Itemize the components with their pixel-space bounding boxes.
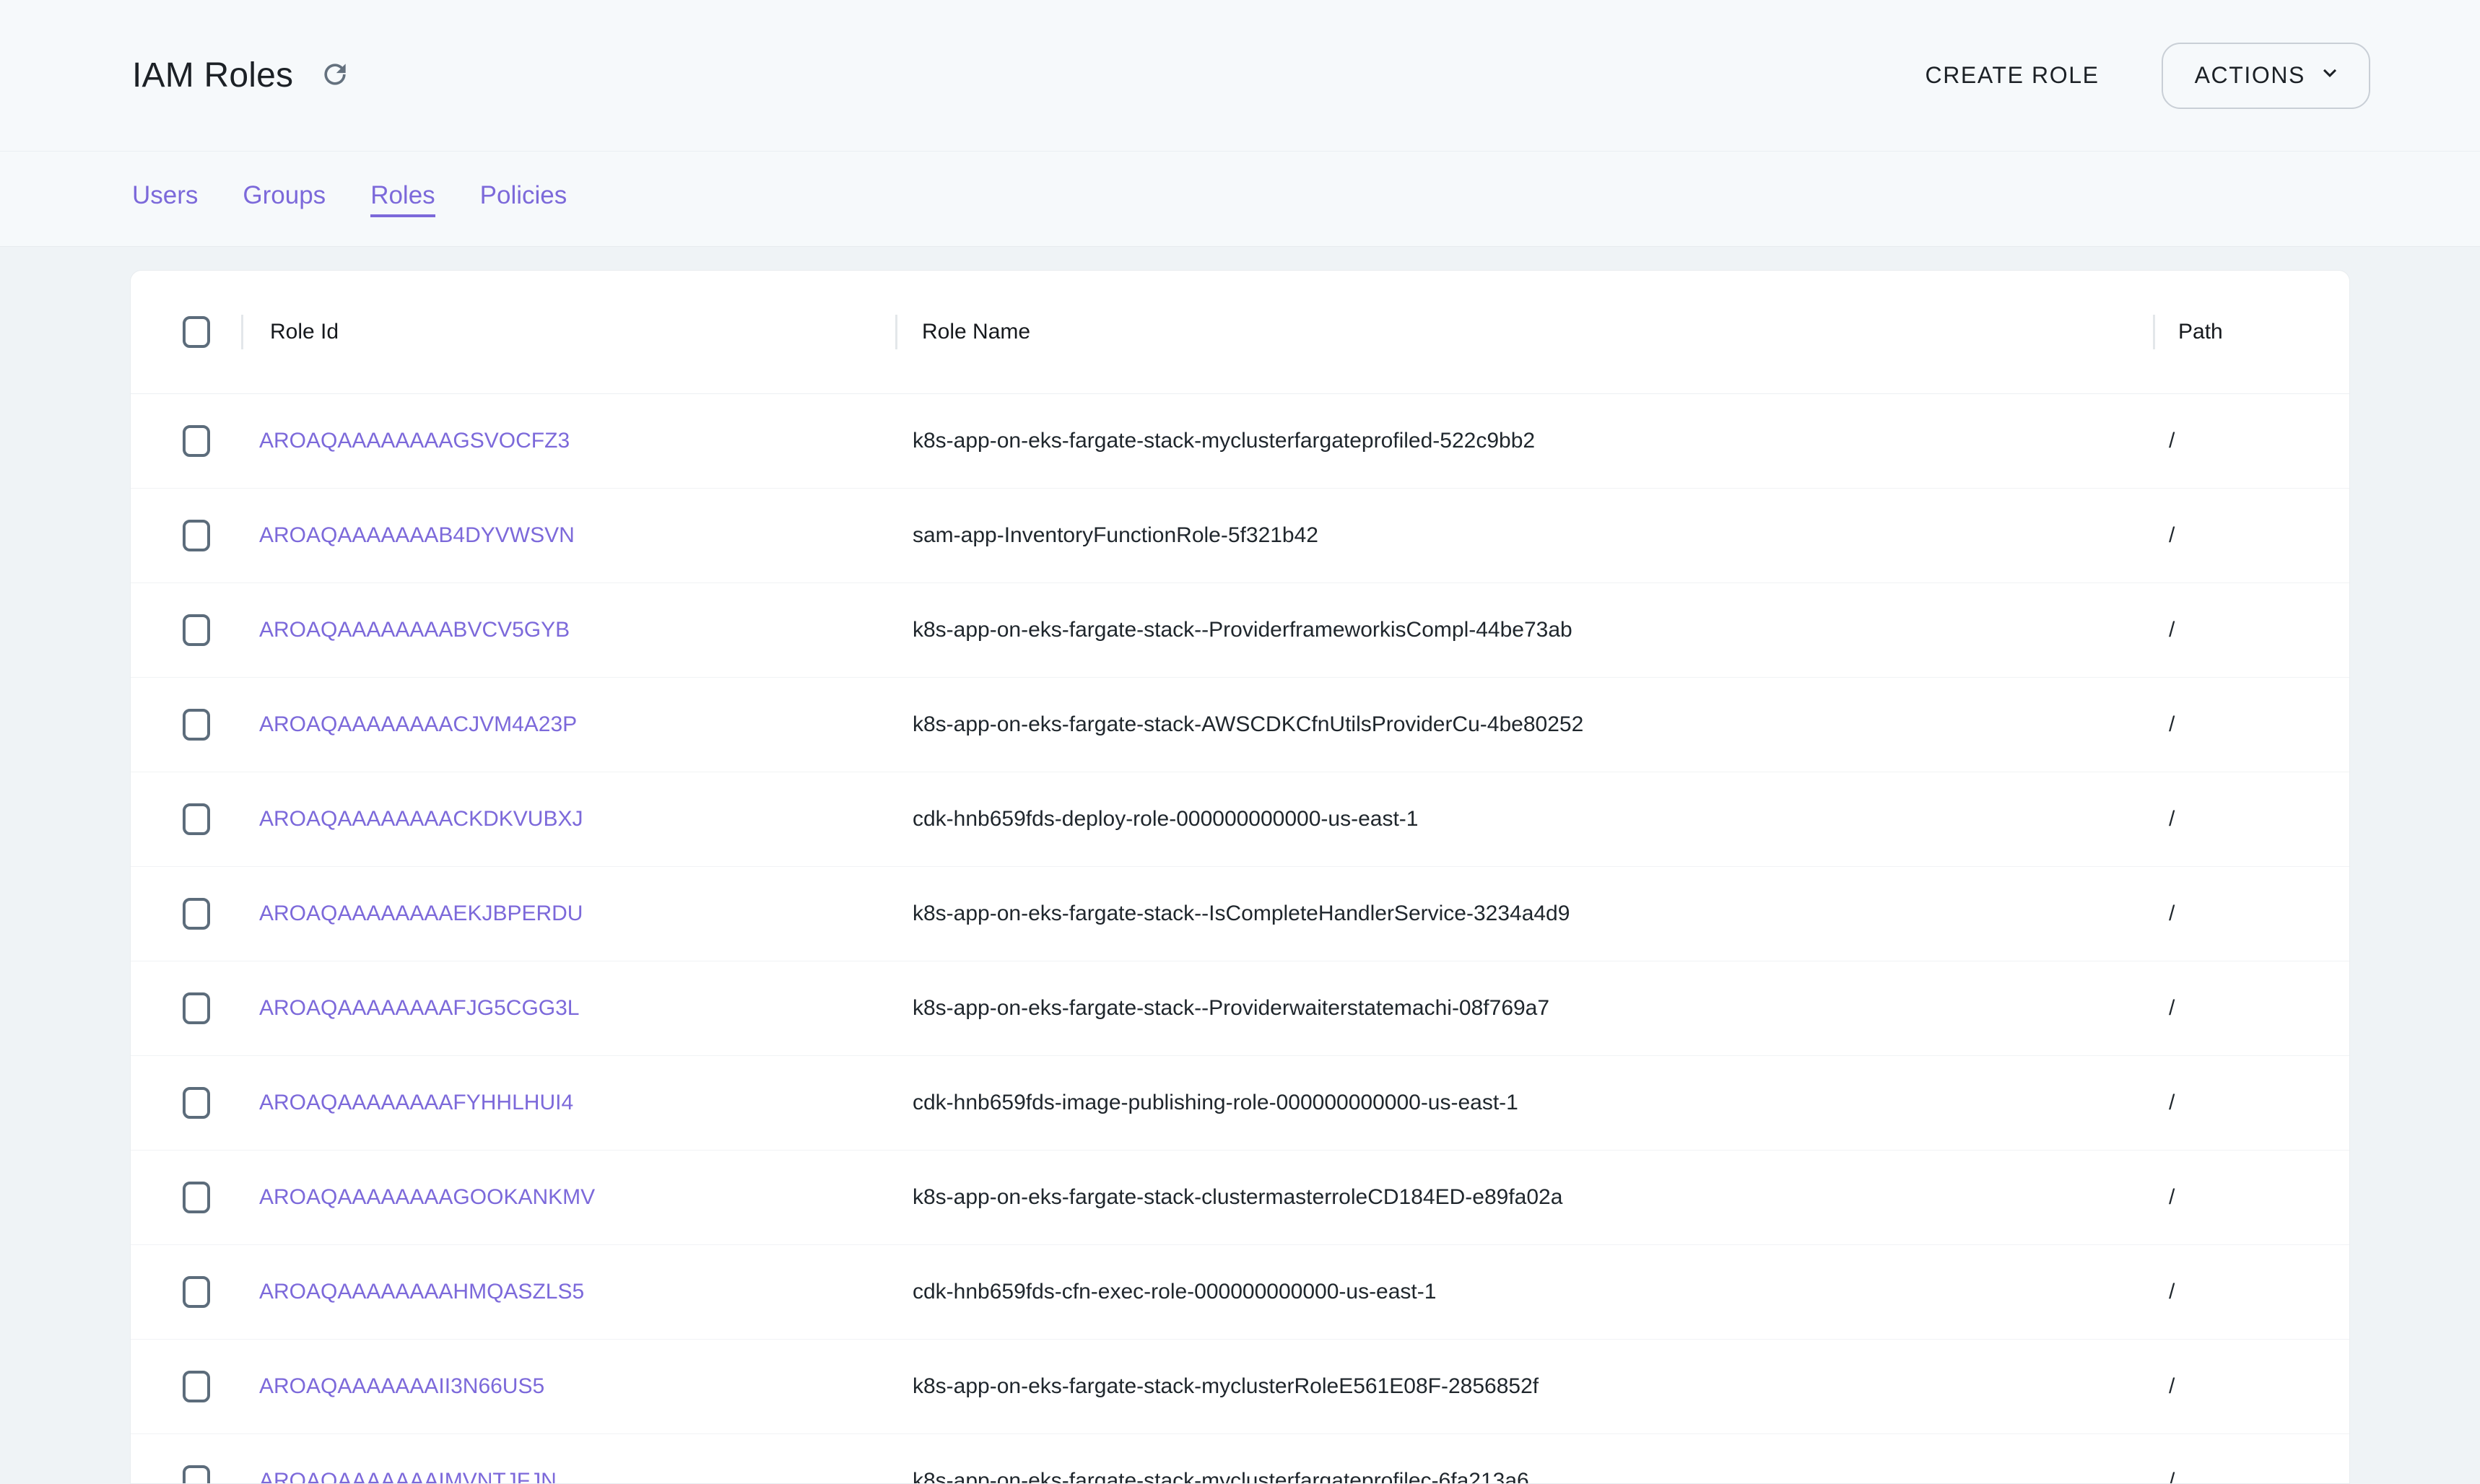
role-id-link[interactable]: AROAQAAAAAAAII3N66US5: [259, 1374, 544, 1398]
column-header-path: Path: [2178, 320, 2223, 344]
row-checkbox[interactable]: [183, 803, 210, 835]
row-checkbox[interactable]: [183, 614, 210, 646]
column-divider: [895, 315, 897, 349]
tab-bar: Users Groups Roles Policies: [0, 152, 2480, 247]
role-id-link[interactable]: AROAQAAAAAAAACKDKVUBXJ: [259, 807, 583, 831]
role-id-link[interactable]: AROAQAAAAAAAIMVNTJFJN: [259, 1469, 557, 1484]
refresh-icon: [319, 58, 351, 92]
tab-policies[interactable]: Policies: [480, 181, 567, 217]
role-name-text: sam-app-InventoryFunctionRole-5f321b42: [895, 523, 2153, 548]
table-row: AROAQAAAAAAAIMVNTJFJN k8s-app-on-eks-far…: [131, 1434, 2349, 1484]
chevron-down-icon: [2317, 60, 2343, 92]
role-id-link[interactable]: AROAQAAAAAAAACJVM4A23P: [259, 712, 577, 736]
table-row: AROAQAAAAAAAAFYHHLHUI4 cdk-hnb659fds-ima…: [131, 1056, 2349, 1151]
row-checkbox[interactable]: [183, 425, 210, 457]
table-row: AROAQAAAAAAAB4DYVWSVN sam-app-InventoryF…: [131, 489, 2349, 583]
row-checkbox[interactable]: [183, 1276, 210, 1308]
role-name-text: cdk-hnb659fds-image-publishing-role-0000…: [895, 1091, 2153, 1115]
table-row: AROAQAAAAAAAACJVM4A23P k8s-app-on-eks-fa…: [131, 678, 2349, 772]
table-row: AROAQAAAAAAAABVCV5GYB k8s-app-on-eks-far…: [131, 583, 2349, 678]
role-path-text: /: [2153, 1185, 2350, 1210]
role-name-text: k8s-app-on-eks-fargate-stack--Providerwa…: [895, 996, 2153, 1021]
role-name-text: k8s-app-on-eks-fargate-stack-clustermast…: [895, 1185, 2153, 1210]
role-id-link[interactable]: AROAQAAAAAAAABVCV5GYB: [259, 618, 570, 642]
role-path-text: /: [2153, 1280, 2350, 1304]
column-divider: [2153, 315, 2155, 349]
select-all-checkbox[interactable]: [183, 316, 210, 348]
row-checkbox[interactable]: [183, 992, 210, 1024]
column-header-role-id: Role Id: [270, 320, 339, 344]
role-id-link[interactable]: AROAQAAAAAAAB4DYVWSVN: [259, 523, 575, 547]
column-divider: [241, 315, 243, 349]
table-row: AROAQAAAAAAAAFJG5CGG3L k8s-app-on-eks-fa…: [131, 961, 2349, 1056]
role-path-text: /: [2153, 1374, 2350, 1399]
table-row: AROAQAAAAAAAAGSVOCFZ3 k8s-app-on-eks-far…: [131, 394, 2349, 489]
table-row: AROAQAAAAAAAACKDKVUBXJ cdk-hnb659fds-dep…: [131, 772, 2349, 867]
role-id-link[interactable]: AROAQAAAAAAAAFYHHLHUI4: [259, 1091, 573, 1114]
table-row: AROAQAAAAAAAAGOOKANKMV k8s-app-on-eks-fa…: [131, 1151, 2349, 1245]
role-path-text: /: [2153, 523, 2350, 548]
table-row: AROAQAAAAAAAAEKJBPERDU k8s-app-on-eks-fa…: [131, 867, 2349, 961]
role-path-text: /: [2153, 902, 2350, 926]
role-name-text: k8s-app-on-eks-fargate-stack--Providerfr…: [895, 618, 2153, 642]
table-body: AROAQAAAAAAAAGSVOCFZ3 k8s-app-on-eks-far…: [131, 394, 2349, 1484]
actions-button-label: ACTIONS: [2195, 62, 2305, 89]
content-area: Role Id Role Name Path AROAQAAAAAAAAGSVO…: [0, 247, 2480, 1484]
role-path-text: /: [2153, 807, 2350, 832]
role-id-link[interactable]: AROAQAAAAAAAAFJG5CGG3L: [259, 996, 579, 1020]
row-checkbox[interactable]: [183, 898, 210, 930]
role-name-text: cdk-hnb659fds-cfn-exec-role-000000000000…: [895, 1280, 2153, 1304]
actions-button[interactable]: ACTIONS: [2162, 43, 2370, 109]
row-checkbox[interactable]: [183, 1465, 210, 1484]
roles-table-card: Role Id Role Name Path AROAQAAAAAAAAGSVO…: [130, 270, 2350, 1484]
create-role-button[interactable]: CREATE ROLE: [1910, 49, 2115, 102]
column-header-role-name: Role Name: [922, 320, 1030, 344]
role-name-text: k8s-app-on-eks-fargate-stack-myclusterRo…: [895, 1374, 2153, 1399]
role-path-text: /: [2153, 1091, 2350, 1115]
role-id-link[interactable]: AROAQAAAAAAAAGOOKANKMV: [259, 1185, 595, 1209]
table-header-row: Role Id Role Name Path: [131, 271, 2349, 394]
role-name-text: k8s-app-on-eks-fargate-stack-AWSCDKCfnUt…: [895, 712, 2153, 737]
row-checkbox[interactable]: [183, 1087, 210, 1119]
row-checkbox[interactable]: [183, 520, 210, 551]
tab-groups[interactable]: Groups: [243, 181, 326, 217]
role-path-text: /: [2153, 429, 2350, 453]
refresh-button[interactable]: [318, 58, 352, 93]
page-title: IAM Roles: [132, 56, 293, 95]
row-checkbox[interactable]: [183, 1371, 210, 1402]
role-id-link[interactable]: AROAQAAAAAAAAHMQASZLS5: [259, 1280, 584, 1304]
role-path-text: /: [2153, 712, 2350, 737]
role-name-text: cdk-hnb659fds-deploy-role-000000000000-u…: [895, 807, 2153, 832]
role-path-text: /: [2153, 618, 2350, 642]
role-name-text: k8s-app-on-eks-fargate-stack--IsComplete…: [895, 902, 2153, 926]
role-path-text: /: [2153, 1469, 2350, 1484]
role-name-text: k8s-app-on-eks-fargate-stack-myclusterfa…: [895, 1469, 2153, 1484]
row-checkbox[interactable]: [183, 709, 210, 741]
role-name-text: k8s-app-on-eks-fargate-stack-myclusterfa…: [895, 429, 2153, 453]
page-header: IAM Roles CREATE ROLE ACTIONS: [0, 0, 2480, 152]
role-id-link[interactable]: AROAQAAAAAAAAGSVOCFZ3: [259, 429, 570, 453]
table-row: AROAQAAAAAAAAHMQASZLS5 cdk-hnb659fds-cfn…: [131, 1245, 2349, 1340]
role-id-link[interactable]: AROAQAAAAAAAAEKJBPERDU: [259, 902, 583, 925]
role-path-text: /: [2153, 996, 2350, 1021]
row-checkbox[interactable]: [183, 1182, 210, 1213]
tab-users[interactable]: Users: [132, 181, 198, 217]
table-row: AROAQAAAAAAAII3N66US5 k8s-app-on-eks-far…: [131, 1340, 2349, 1434]
tab-roles[interactable]: Roles: [370, 181, 435, 217]
